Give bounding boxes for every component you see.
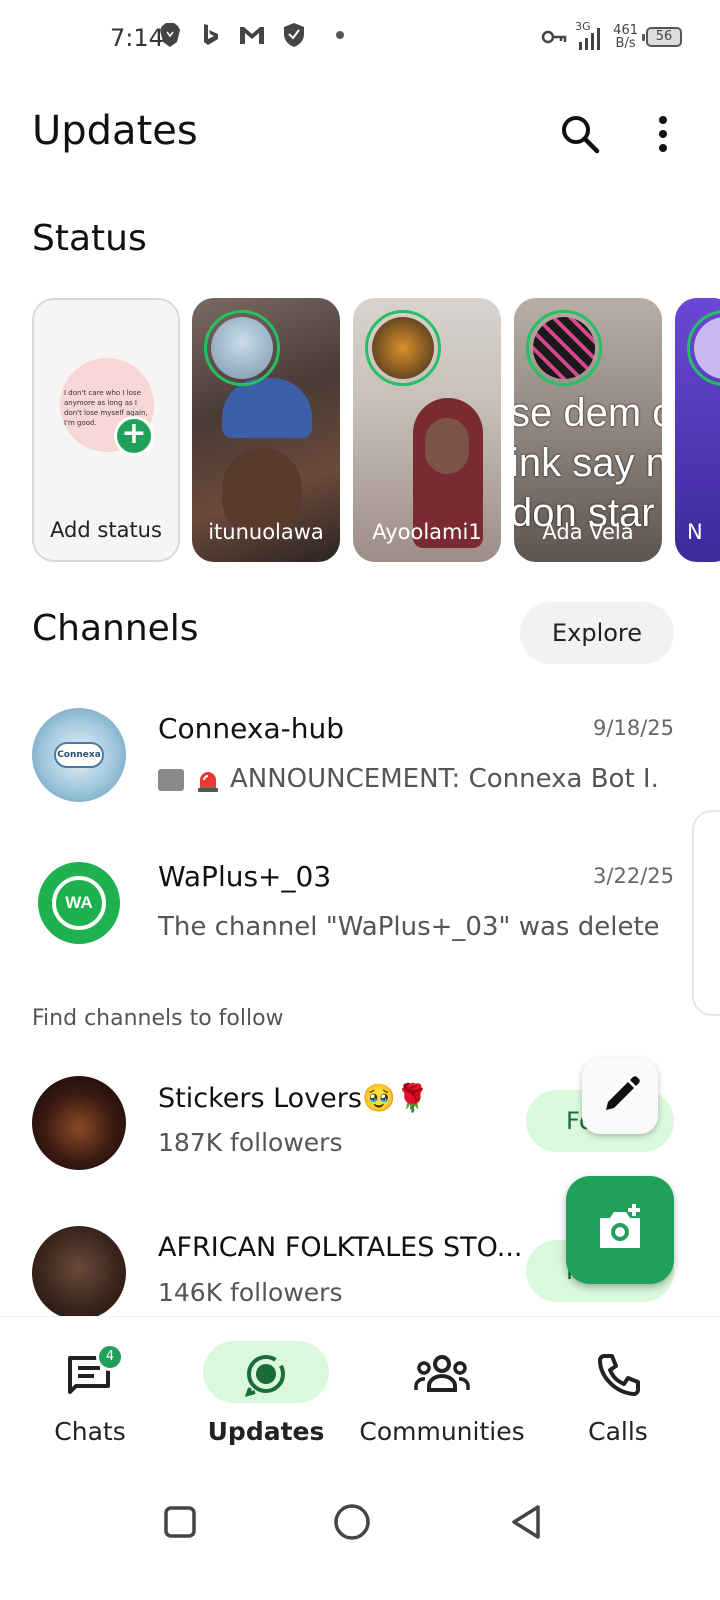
notification-dot-icon <box>336 31 344 39</box>
clock: 7:14 <box>110 24 164 52</box>
status-name: N <box>687 520 703 544</box>
channels-section-title: Channels <box>32 608 199 649</box>
status-name: itunuolawa <box>208 520 324 544</box>
battery-icon: 56 <box>642 27 682 47</box>
status-avatar-ring <box>687 310 720 386</box>
add-plus-icon: + <box>114 416 154 456</box>
status-section-title: Status <box>32 218 147 259</box>
status-overlay-text: se dem c ink say n don star <box>514 391 662 535</box>
image-icon <box>158 768 184 791</box>
find-channels-label: Find channels to follow <box>32 1006 284 1031</box>
channel-last-message: ANNOUNCEMENT: Connexa Bot I... <box>158 764 658 794</box>
network-speed: 461 B/s <box>613 24 638 50</box>
channel-avatar-logo: WA <box>52 876 106 930</box>
follower-count: 187K followers <box>158 1128 343 1157</box>
follower-count: 146K followers <box>158 1278 343 1307</box>
status-thumbnail-face <box>425 418 469 474</box>
system-status-bar: 7:14 3G 461 B/s 56 <box>0 0 720 80</box>
channel-name: Connexa-hub <box>158 712 345 745</box>
status-avatar-ring <box>204 310 280 386</box>
home-icon[interactable] <box>332 1502 372 1542</box>
siren-icon <box>198 771 218 792</box>
nav-label: Updates <box>207 1417 325 1446</box>
nav-chats[interactable]: 4 Chats <box>0 1317 180 1467</box>
calls-icon <box>586 1343 650 1405</box>
pencil-icon <box>606 1076 640 1110</box>
explore-button[interactable]: Explore <box>520 602 674 664</box>
nav-calls[interactable]: Calls <box>528 1317 708 1467</box>
communities-icon <box>410 1343 474 1405</box>
add-status-card[interactable]: I don't care who I lose anymore as long … <box>32 298 180 562</box>
status-name: Ayoolami1 <box>372 520 482 544</box>
status-carousel[interactable]: I don't care who I lose anymore as long … <box>32 298 720 564</box>
signal-icon: 3G <box>575 20 605 52</box>
channel-name: WaPlus+_03 <box>158 860 332 893</box>
brave-icon <box>160 23 180 47</box>
vpn-key-icon <box>541 30 567 44</box>
channel-name: Stickers Lovers🥹🌹 <box>158 1083 430 1114</box>
channel-name: AFRICAN FOLKTALES STO... <box>158 1232 523 1263</box>
more-vert-icon[interactable] <box>646 112 680 156</box>
status-card-n[interactable]: N <box>675 298 720 562</box>
channel-message-text: ANNOUNCEMENT: Connexa Bot I... <box>230 764 658 794</box>
status-thumbnail <box>222 378 312 438</box>
status-card-ada-vela[interactable]: se dem c ink say n don star Ada Vela <box>514 298 662 562</box>
status-card-ayoolami1[interactable]: Ayoolami1 <box>353 298 501 562</box>
nav-label: Chats <box>54 1417 126 1446</box>
status-avatar-ring <box>365 310 441 386</box>
gmail-icon <box>240 27 264 44</box>
status-avatar-ring <box>526 310 602 386</box>
channel-avatar: WA <box>32 856 126 950</box>
channel-row-connexa-hub[interactable]: Connexa Connexa-hub 9/18/25 ANNOUNCEMENT… <box>0 708 720 828</box>
channel-avatar <box>32 1076 126 1170</box>
bing-icon <box>204 24 218 45</box>
channel-date: 9/18/25 <box>593 716 674 740</box>
channel-date: 3/22/25 <box>593 864 674 888</box>
unread-badge: 4 <box>96 1343 124 1371</box>
page-title: Updates <box>32 108 198 154</box>
status-name: Ada Vela <box>542 520 634 544</box>
speed-unit: B/s <box>615 36 636 51</box>
recents-icon[interactable] <box>160 1502 200 1542</box>
status-card-itunuolawa[interactable]: itunuolawa <box>192 298 340 562</box>
camera-add-icon <box>600 1204 640 1248</box>
channel-avatar <box>32 1226 126 1316</box>
channel-row-waplus[interactable]: WA WaPlus+_03 3/22/25 The channel "WaPlu… <box>0 856 720 976</box>
shield-icon <box>284 23 304 47</box>
nav-label: Communities <box>359 1417 525 1446</box>
add-status-label: Add status <box>50 518 162 542</box>
channel-avatar: Connexa <box>32 708 126 802</box>
nav-updates[interactable]: Updates <box>176 1317 356 1467</box>
back-icon[interactable] <box>506 1502 546 1542</box>
channel-avatar-logo: Connexa <box>54 742 104 768</box>
camera-status-button[interactable] <box>566 1176 674 1284</box>
nav-label: Calls <box>588 1417 648 1446</box>
search-icon[interactable] <box>558 112 602 156</box>
new-text-status-button[interactable] <box>582 1058 658 1134</box>
side-panel-handle[interactable] <box>692 810 720 1016</box>
system-navigation-bar <box>0 1476 720 1600</box>
channel-last-message: The channel "WaPlus+_03" was deleted <box>158 912 658 942</box>
bottom-navigation: 4 Chats Updates Communities Calls <box>0 1316 720 1476</box>
nav-communities[interactable]: Communities <box>352 1317 532 1467</box>
updates-icon <box>234 1343 298 1405</box>
